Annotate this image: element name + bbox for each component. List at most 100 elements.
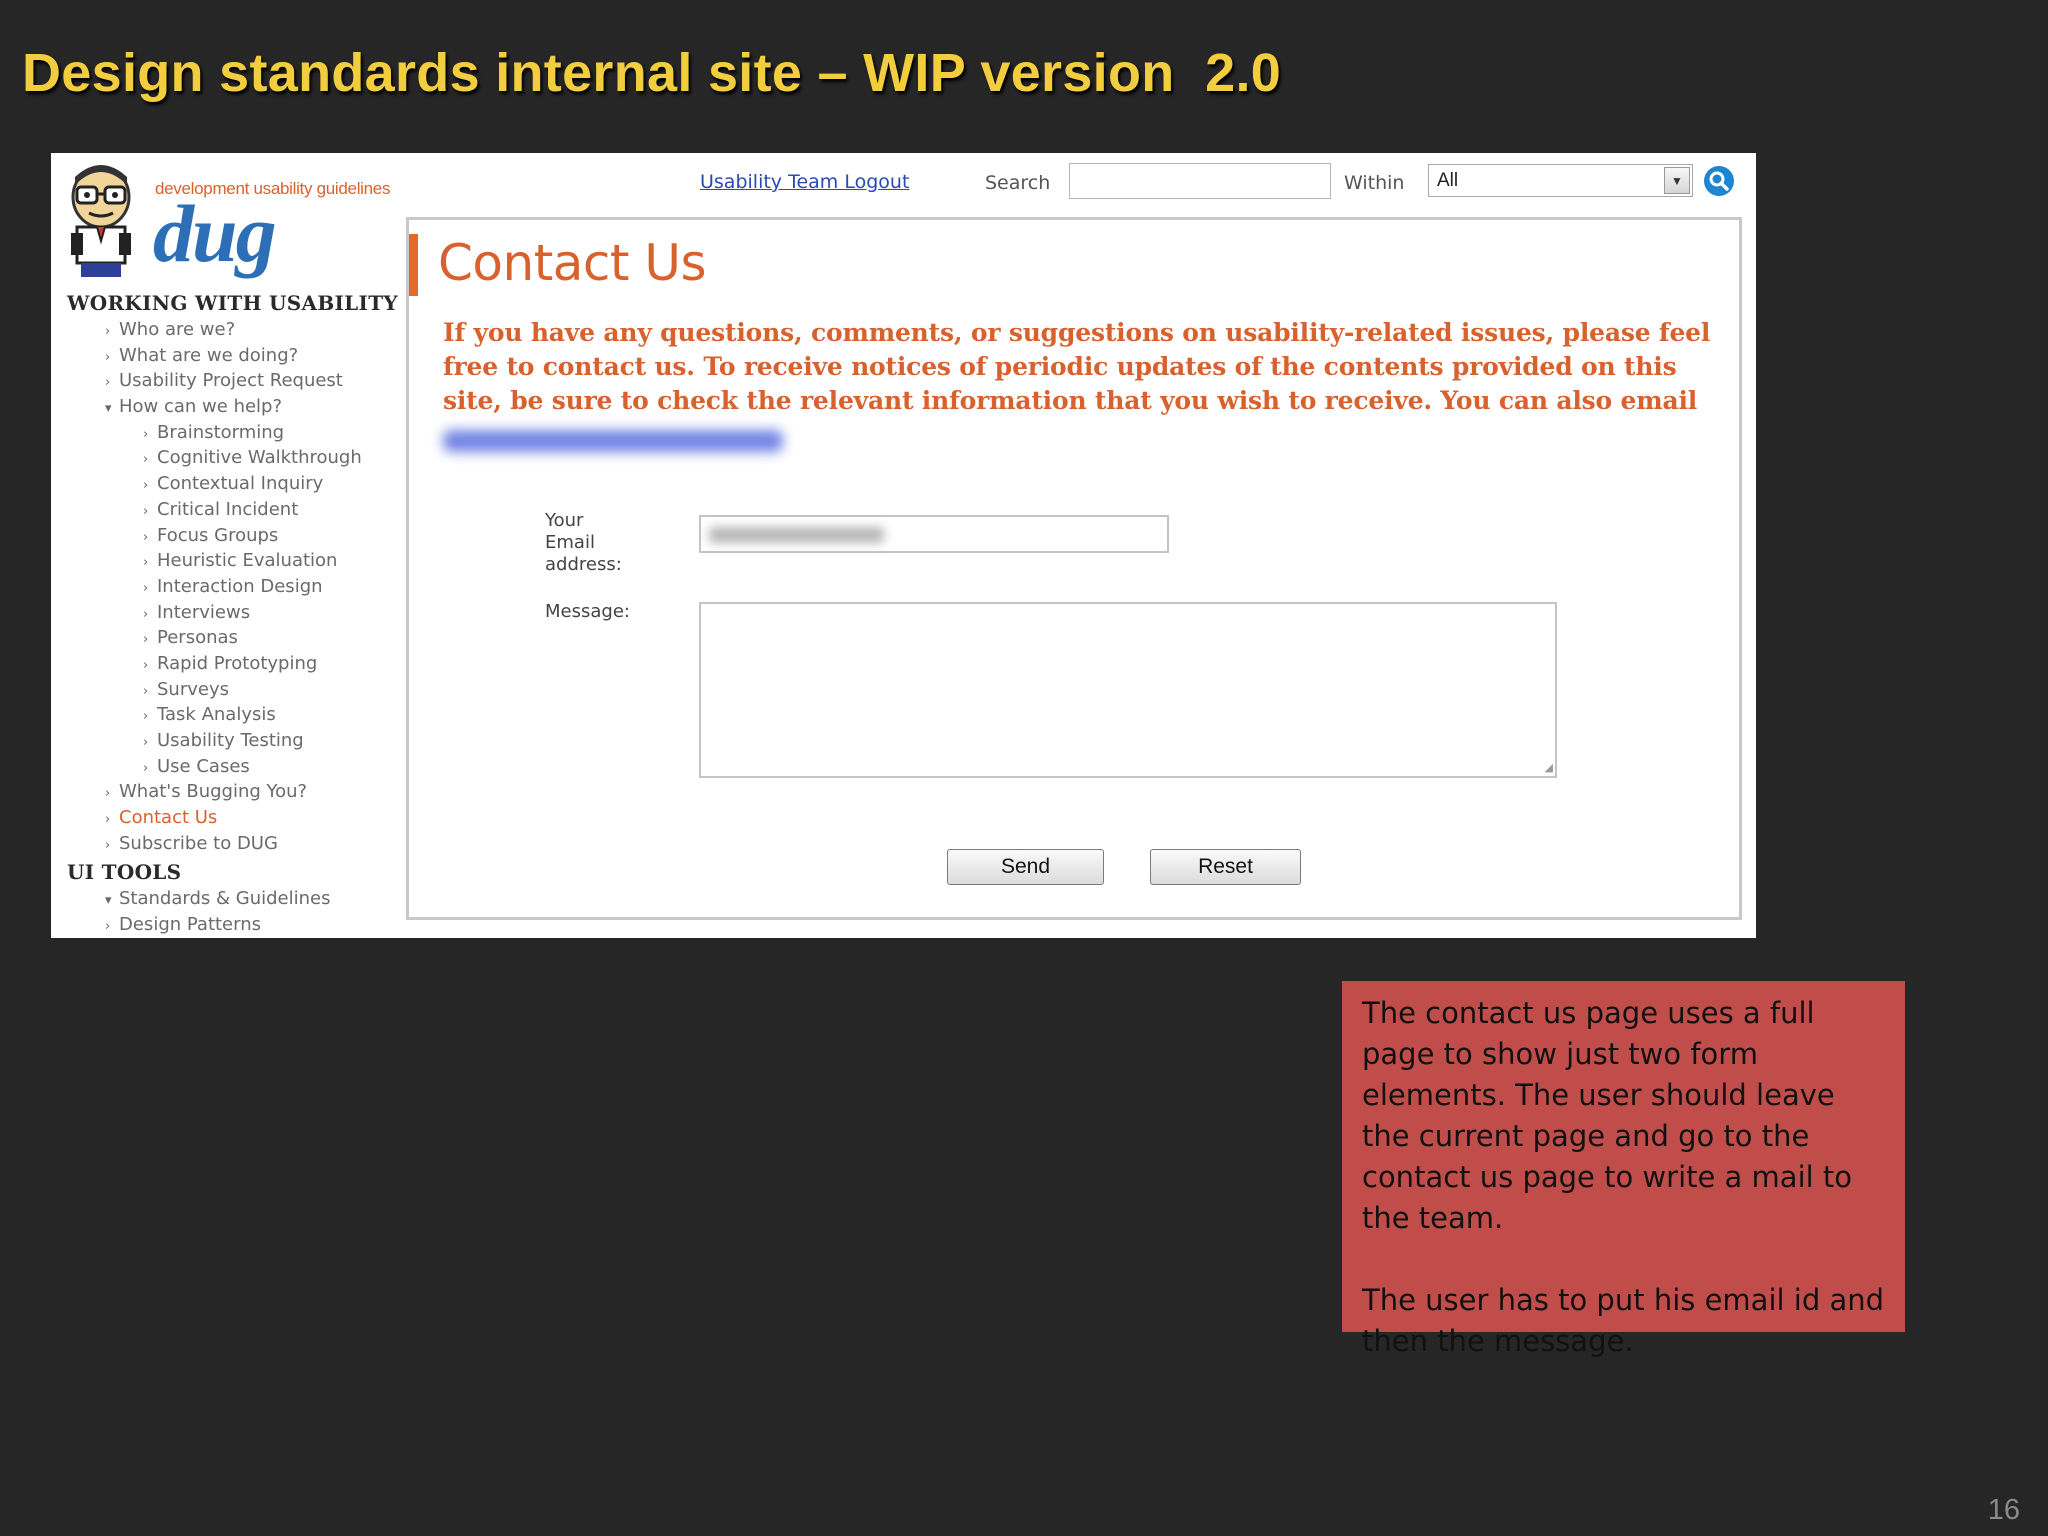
slide-title: Design standards internal site – WIP ver… [22,43,1282,103]
send-button[interactable]: Send [947,849,1104,885]
sidebar-item[interactable]: › Who are we? [67,317,447,343]
heading-accent-bar [409,234,418,296]
sidebar-item-label: Cognitive Walkthrough [157,447,362,469]
message-label: Message: [545,601,630,622]
sidebar-item[interactable]: › Rapid Prototyping [67,651,447,677]
sidebar-item-label: Subscribe to DUG [119,832,278,854]
sidebar-item[interactable]: › Usability Testing [67,728,447,754]
sidebar-item[interactable]: › Heuristic Evaluation [67,548,447,574]
dropdown-arrow-icon[interactable]: ▼ [1664,167,1690,194]
bullet-icon: › [143,683,149,699]
sidebar-item-label: Focus Groups [157,524,279,546]
sidebar-item-label: Who are we? [119,319,236,340]
sidebar-item[interactable]: › Surveys [67,677,447,703]
sidebar-item-label: Usability Project Request [119,370,343,392]
sidebar-item-label: Personas [157,627,238,649]
annotation-note: The contact us page uses a full page to … [1342,981,1905,1358]
bullet-icon: › [143,555,149,571]
sidebar-item[interactable]: › Focus Groups [67,523,447,549]
bullet-icon: › [143,452,149,468]
page-number: 16 [1987,1494,2020,1526]
bullet-icon: › [143,760,149,776]
resize-grip-icon[interactable]: ◢ [1545,761,1553,774]
search-label: Search [985,172,1051,194]
logo-wordmark: dug [153,188,277,279]
sidebar-item-label: How can we help? [119,396,283,418]
reset-button[interactable]: Reset [1150,849,1301,885]
bullet-icon: › [143,606,149,622]
sidebar-item-label: What's Bugging You? [119,781,308,803]
sidebar-item-label: Use Cases [157,755,250,777]
nav-section-heading: WORKING WITH USABILITY [67,291,398,315]
sidebar-item-label: Interviews [157,601,251,623]
sidebar-item-label: Standards & Guidelines [119,888,331,910]
sidebar-item[interactable]: › Interviews [67,600,447,626]
bullet-icon: › [143,426,149,442]
bullet-icon: › [143,632,149,648]
app-screenshot: development usability guidelines dug WOR… [51,153,1756,938]
email-label-line: Email [545,532,595,553]
content-panel: Contact Us If you have any questions, co… [406,217,1742,920]
email-label-line: address: [545,554,622,575]
nav-section-heading: UI TOOLS [67,860,182,885]
within-selected-value: All [1437,170,1459,191]
sidebar-item-label: Critical Incident [157,498,299,520]
bullet-icon: ▾ [105,401,112,417]
sidebar-item[interactable]: › Subscribe to DUG [67,831,447,857]
bullet-icon: › [105,786,111,802]
email-label-line: Your [545,510,584,531]
sidebar-nav: WORKING WITH USABILITY › Who are we? › What … [67,289,447,938]
sidebar-item[interactable]: › Interaction Design [67,574,447,600]
bullet-icon: › [143,503,149,519]
blurred-email-link[interactable] [443,430,783,452]
email-label: Your Email address: [545,510,622,576]
blurred-email-value [709,527,884,543]
sidebar-item-label: Heuristic Evaluation [157,550,338,572]
sidebar-item-label: Surveys [157,678,229,700]
note-paragraph-1: The contact us page uses a full page to … [1362,996,1853,1235]
bullet-icon: › [105,375,111,391]
message-textarea[interactable]: ◢ [699,602,1557,778]
sidebar-item[interactable]: › Critical Incident [67,497,447,523]
page-heading: Contact Us [438,234,707,292]
bullet-icon: › [105,837,111,853]
within-label: Within [1344,172,1405,194]
sidebar-item[interactable]: › Contextual Inquiry [67,471,447,497]
sidebar-item-label: Rapid Prototyping [157,652,318,674]
bullet-icon: › [143,478,149,494]
bullet-icon: › [105,349,111,365]
bullet-icon: › [143,580,149,596]
sidebar-item[interactable]: › What's Bugging You? [67,779,447,805]
bullet-icon: › [143,709,149,725]
search-input[interactable] [1069,163,1331,199]
sidebar-item[interactable]: › Contact Us [67,805,447,831]
within-select[interactable]: All ▼ [1428,164,1693,197]
bullet-icon: › [143,529,149,545]
bullet-icon: › [105,919,111,935]
site-logo[interactable]: development usability guidelines dug [67,159,407,289]
sidebar-item-label: Contact Us [119,807,218,829]
bullet-icon: › [105,324,111,339]
bullet-icon: › [105,812,111,828]
sidebar-item-label: Usability Testing [157,730,304,751]
sidebar-item-label: Design Patterns [119,914,262,936]
bullet-icon: ▾ [105,893,112,909]
sidebar-item[interactable]: ▾ How can we help? [67,394,447,420]
sidebar-item[interactable]: › Cognitive Walkthrough [67,445,447,471]
sidebar-item[interactable]: › Design Patterns [67,912,447,938]
sidebar-item[interactable]: ▾ Standards & Guidelines [67,886,447,912]
mascot-icon [71,165,131,277]
intro-text: If you have any questions, comments, or … [443,318,1711,415]
sidebar-item-label: Interaction Design [157,575,323,597]
sidebar-item[interactable]: › Personas [67,625,447,651]
search-go-icon[interactable] [1703,165,1735,197]
email-field[interactable] [699,515,1169,553]
sidebar-item-label: Brainstorming [157,421,285,443]
sidebar-item[interactable]: › Task Analysis [67,702,447,728]
logout-link[interactable]: Usability Team Logout [700,171,909,193]
bullet-icon: › [143,735,149,750]
sidebar-item[interactable]: › What are we doing? [67,343,447,369]
sidebar-item[interactable]: › Brainstorming [67,420,447,446]
sidebar-item[interactable]: › Usability Project Request [67,368,447,394]
sidebar-item[interactable]: › Use Cases [67,754,447,780]
